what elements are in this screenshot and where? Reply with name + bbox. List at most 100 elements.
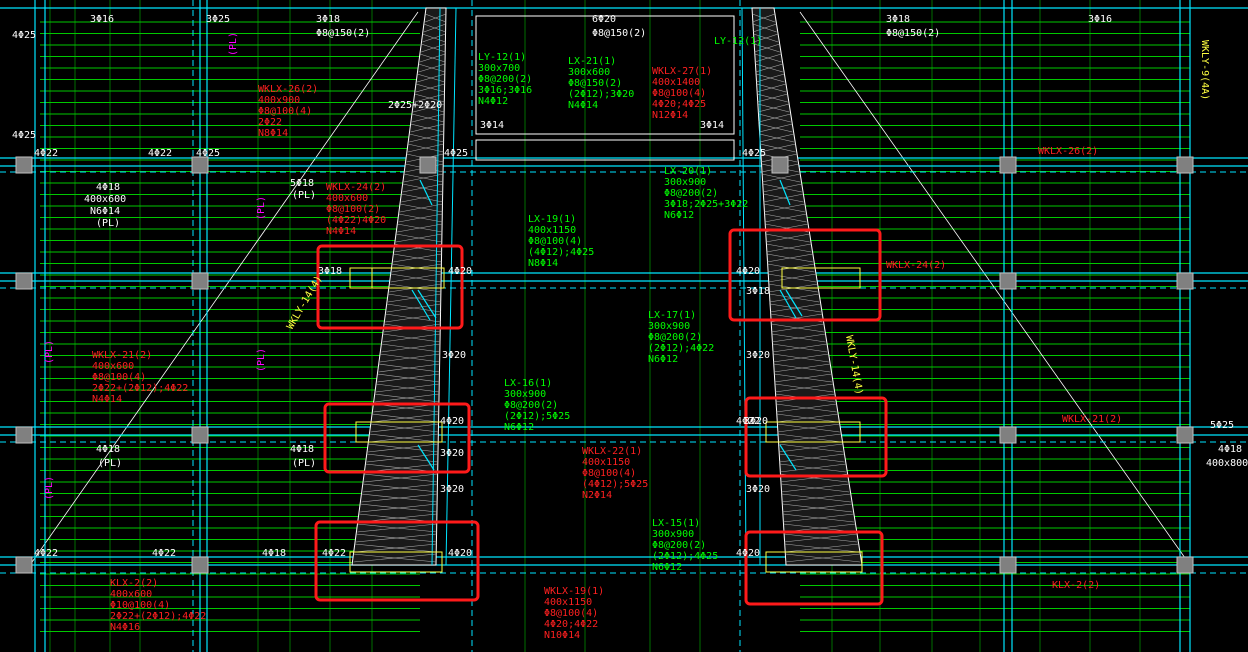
beam-label-g5-line-3: (2Φ12);5Φ25 <box>504 411 570 422</box>
column <box>771 156 789 174</box>
column <box>191 426 209 444</box>
beam-label-g4-line-1: 300x900 <box>648 321 690 332</box>
column <box>191 272 209 290</box>
rebar-label-t22: 3Φ18 <box>318 266 342 277</box>
column <box>1176 156 1194 174</box>
column <box>191 556 209 574</box>
rebar-label-t18: (PL) <box>96 218 120 229</box>
beam-label-g3-line-3: (4Φ12);4Φ25 <box>528 247 594 258</box>
beam-label-g6-line-0: LX-15(1) <box>652 518 700 529</box>
beam-label-g6-line-1: 300x900 <box>652 529 694 540</box>
column <box>191 156 209 174</box>
cad-drawing-canvas[interactable]: 3Φ16 3Φ25 3Φ18 Φ8@150(2) 6Φ20 Φ8@150(2) 3Φ18 Φ8… <box>0 0 1248 652</box>
beam-label-r1-line-2: Φ8@100(4) <box>258 106 312 117</box>
beam-label-g3-line-1: 400x1150 <box>528 225 576 236</box>
beam-label-g6-line-4: N6Φ12 <box>652 562 682 573</box>
column <box>15 272 33 290</box>
beam-label-r9-line-3: 2Φ22+(2Φ12);4Φ22 <box>110 611 206 622</box>
beam-label-r1-line-4: N8Φ14 <box>258 128 288 139</box>
rebar-label-t13: 4Φ25 <box>444 148 468 159</box>
beam-label-r9-line-1: 400x600 <box>110 589 152 600</box>
rebar-label-t46: 3Φ14 <box>700 120 724 131</box>
beam-label-r7-line-3: (4Φ12);5Φ25 <box>582 479 648 490</box>
rebar-label-t11: 4Φ22 <box>148 148 172 159</box>
beam-label-r2-line-3: (4Φ22)4Φ20 <box>326 215 386 226</box>
beam-label-g1-line-1: 300x600 <box>568 67 610 78</box>
rebar-label-t41: 4Φ18 <box>1218 444 1242 455</box>
rebar-label-t37: 4Φ18 <box>262 548 286 559</box>
beam-label-g7-line-1: 300x700 <box>478 63 520 74</box>
rebar-label-t20: (PL) <box>292 190 316 201</box>
beam-label-r11-line-0: KLX-2(2) <box>1052 580 1100 591</box>
beam-label-g1-line-0: LX-21(1) <box>568 56 616 67</box>
rebar-label-t35: 4Φ22 <box>152 548 176 559</box>
rebar-label-t30: 4Φ18 <box>96 444 120 455</box>
beam-label-r6-line-3: 2Φ22+(2Φ12);4Φ22 <box>92 383 188 394</box>
beam-label-g5-line-1: 300x900 <box>504 389 546 400</box>
column <box>999 272 1017 290</box>
beam-label-g7-line-2: Φ8@200(2) <box>478 74 532 85</box>
rebar-label-t7: 3Φ18 <box>886 14 910 25</box>
rebar-label-t42: 400x800 <box>1206 458 1248 469</box>
beam-label-r2-line-4: N4Φ14 <box>326 226 356 237</box>
beam-label-r3-line-3: 4Φ20;4Φ25 <box>652 99 706 110</box>
beam-label-g4-line-2: Φ8@200(2) <box>648 332 702 343</box>
rebar-label-t39: 4Φ20 <box>736 548 760 559</box>
beam-label-r7-line-4: N2Φ14 <box>582 490 612 501</box>
column <box>15 556 33 574</box>
beam-label-r2-line-0: WKLX-24(2) <box>326 182 386 193</box>
beam-label-g6-line-3: (2Φ12);4Φ25 <box>652 551 718 562</box>
rebar-label-t15: 4Φ18 <box>96 182 120 193</box>
beam-label-r4-line-0: WKLX-26(2) <box>1038 146 1098 157</box>
beam-label-r6-line-1: 400x600 <box>92 361 134 372</box>
rebar-label-t31: (PL) <box>98 458 122 469</box>
rebar-label-t23: 4Φ20 <box>736 266 760 277</box>
magenta-label-m4: (PL) <box>44 340 55 364</box>
beam-label-r10-line-0: WKLX-19(1) <box>544 586 604 597</box>
rebar-label-t24: 3Φ18 <box>746 286 770 297</box>
column <box>15 426 33 444</box>
beam-label-g7-line-4: N4Φ12 <box>478 96 508 107</box>
column <box>999 426 1017 444</box>
column <box>1176 556 1194 574</box>
rebar-label-t50: 4Φ22 <box>736 416 760 427</box>
column <box>419 156 437 174</box>
rebar-label-t25: 3Φ20 <box>442 350 466 361</box>
rebar-label-t16: 400x600 <box>84 194 126 205</box>
beam-label-r10-line-3: 4Φ20;4Φ22 <box>544 619 598 630</box>
beam-label-g6-line-2: Φ8@200(2) <box>652 540 706 551</box>
beam-label-g8-line-0: LY-12(1) <box>714 36 762 47</box>
beam-label-r2-line-2: Φ8@100(2) <box>326 204 380 215</box>
rebar-label-t14: 4Φ25 <box>742 148 766 159</box>
beam-label-g3-line-2: Φ8@100(4) <box>528 236 582 247</box>
column <box>999 556 1017 574</box>
beam-label-r6-line-0: WKLX-21(2) <box>92 350 152 361</box>
rebar-label-t28: 3Φ20 <box>440 484 464 495</box>
rebar-label-t5: 6Φ20 <box>592 14 616 25</box>
beam-label-r7-line-1: 400x1150 <box>582 457 630 468</box>
beam-label-g4-line-4: N6Φ12 <box>648 354 678 365</box>
beam-label-g1-line-4: N4Φ14 <box>568 100 598 111</box>
beam-label-r7-line-0: WKLX-22(1) <box>582 446 642 457</box>
rebar-label-t9: 3Φ16 <box>1088 14 1112 25</box>
rebar-label-t8: Φ8@150(2) <box>886 28 940 39</box>
column <box>1176 426 1194 444</box>
beam-label-g7-line-3: 3Φ16;3Φ16 <box>478 85 532 96</box>
rebar-label-t4: Φ8@150(2) <box>316 28 370 39</box>
rebar-label-t17: N6Φ14 <box>90 206 120 217</box>
beam-label-r10-line-2: Φ8@100(4) <box>544 608 598 619</box>
column <box>1176 272 1194 290</box>
rebar-label-t33: (PL) <box>292 458 316 469</box>
beam-label-r3-line-0: WKLX-27(1) <box>652 66 712 77</box>
beam-label-g5-line-0: LX-16(1) <box>504 378 552 389</box>
beam-label-r3-line-4: N12Φ14 <box>652 110 688 121</box>
beam-label-r1-line-0: WKLX-26(2) <box>258 84 318 95</box>
beam-label-r5-line-0: WKLX-24(2) <box>886 260 946 271</box>
beam-label-r6-line-2: Φ8@100(4) <box>92 372 146 383</box>
beam-label-r1-line-3: 2Φ22 <box>258 117 282 128</box>
rebar-label-t40: 5Φ25 <box>1210 420 1234 431</box>
beam-label-g2-line-0: LX-20(1) <box>664 166 712 177</box>
beam-label-g4-line-0: LX-17(1) <box>648 310 696 321</box>
beam-label-g1-line-2: Φ8@150(2) <box>568 78 622 89</box>
rebar-label-t10: 4Φ22 <box>34 148 58 159</box>
